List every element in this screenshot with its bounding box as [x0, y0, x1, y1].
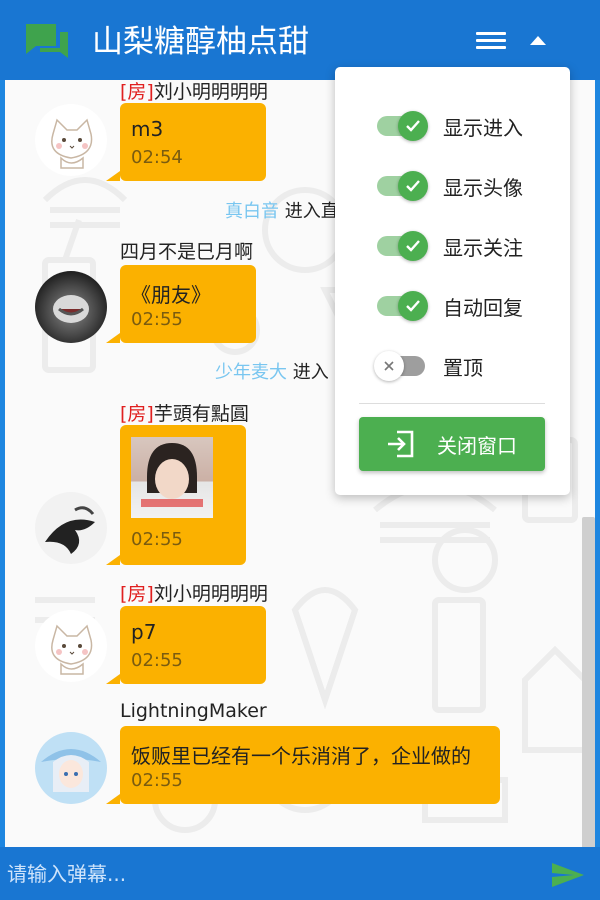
caret-up-icon[interactable]	[530, 36, 546, 45]
anime-girl-icon	[41, 749, 101, 792]
check-icon[interactable]	[398, 171, 428, 201]
check-icon[interactable]	[398, 231, 428, 261]
message-time: 02:54	[131, 147, 183, 168]
sender-name[interactable]: [房]刘小明明明明	[120, 80, 268, 104]
option-label: 置顶	[443, 356, 483, 380]
chat-bubbles-icon	[26, 24, 68, 58]
close-window-label: 关闭窗口	[437, 434, 517, 458]
check-icon[interactable]	[398, 111, 428, 141]
message-text: 《朋友》	[131, 283, 211, 307]
selfie-photo	[141, 443, 203, 507]
toggle-show-follow[interactable]: 显示关注	[335, 222, 570, 262]
message-bubble: p7 02:55	[106, 606, 266, 684]
message-text: p7	[131, 620, 157, 644]
check-icon[interactable]	[398, 291, 428, 321]
close-window-button[interactable]: 关闭窗口	[359, 417, 545, 471]
cat-avatar[interactable]	[35, 610, 107, 682]
input-bar	[0, 847, 600, 900]
ink-painting	[45, 506, 95, 554]
sender-name[interactable]: LightningMaker	[120, 700, 267, 722]
ink-avatar[interactable]	[35, 492, 107, 564]
message-bubble: m3 02:54	[106, 103, 266, 181]
option-label: 显示关注	[443, 236, 523, 260]
enter-notice: 少年麦大 进入	[215, 362, 329, 383]
option-label: 自动回复	[443, 296, 523, 320]
sender-name[interactable]: [房]刘小明明明明	[120, 579, 268, 606]
message-bubble: 02:55	[106, 425, 246, 565]
message-time: 02:55	[131, 650, 183, 671]
cat-icon	[51, 624, 93, 675]
exit-icon	[388, 430, 414, 458]
danmaku-input[interactable]	[7, 859, 527, 889]
message-text: 饭贩里已经有一个乐消消了，企业做的	[131, 744, 471, 768]
option-label: 显示头像	[443, 176, 523, 200]
room-title: 山梨糖醇柚点甜	[92, 24, 309, 60]
option-label: 显示进入	[443, 116, 523, 140]
hamburger-icon[interactable]	[476, 28, 506, 54]
enter-notice: 真白音 进入直	[225, 201, 339, 222]
message-bubble: 《朋友》 02:55	[106, 265, 256, 343]
message-bubble: 饭贩里已经有一个乐消消了，企业做的 02:55	[106, 726, 500, 804]
message-time: 02:55	[131, 309, 183, 330]
divider	[359, 403, 545, 404]
toggle-auto-reply[interactable]: 自动回复	[335, 282, 570, 322]
toggle-show-avatar[interactable]: 显示头像	[335, 162, 570, 202]
app-window: 山梨糖醇柚点甜 [房]刘小明明明明 m3 02:54 真白音 进入直 四月不是巳…	[0, 0, 600, 900]
dark-photo-avatar[interactable]	[35, 271, 107, 343]
cat-icon	[51, 118, 93, 169]
message-time: 02:55	[131, 529, 183, 550]
anime-girl-avatar[interactable]	[35, 732, 107, 804]
toggle-pin-top[interactable]: 置顶	[335, 342, 570, 382]
scrollbar[interactable]	[582, 517, 595, 847]
message-time: 02:55	[131, 770, 183, 791]
close-x-icon[interactable]	[374, 351, 404, 381]
sender-name[interactable]: 四月不是巳月啊	[120, 237, 253, 264]
toggle-show-enter[interactable]: 显示进入	[335, 102, 570, 142]
send-icon[interactable]	[550, 861, 586, 889]
sender-name[interactable]: [房]芋頭有點圓	[120, 399, 249, 426]
settings-popup: 显示进入 显示头像 显示关注 自动回复 置顶 关闭窗口	[335, 67, 570, 495]
animal-photo	[53, 295, 89, 323]
message-text: m3	[131, 117, 164, 141]
photo-message-image[interactable]	[131, 437, 213, 518]
cat-avatar[interactable]	[35, 104, 107, 176]
